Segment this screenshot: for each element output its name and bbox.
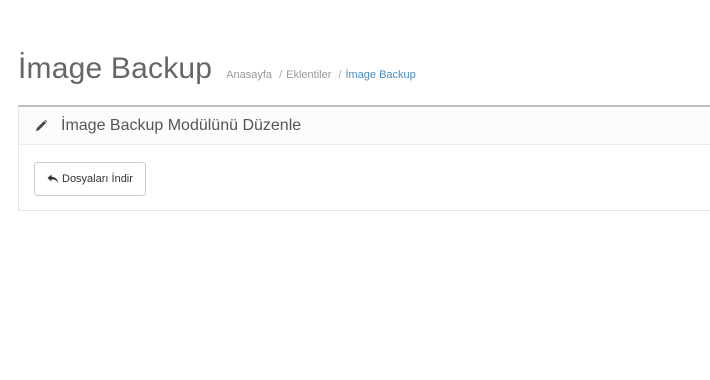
breadcrumb: Anasayfa / Eklentiler / İmage Backup (226, 69, 416, 81)
reply-icon (47, 174, 59, 184)
page: İmage Backup Anasayfa / Eklentiler / İma… (0, 0, 710, 380)
breadcrumb-extensions-link[interactable]: Eklentiler (286, 69, 331, 81)
breadcrumb-separator: / (338, 69, 342, 81)
breadcrumb-home-link[interactable]: Anasayfa (226, 69, 272, 81)
pencil-icon (33, 118, 49, 134)
download-files-button[interactable]: Dosyaları İndir (34, 162, 146, 196)
download-files-button-label: Dosyaları İndir (62, 173, 133, 185)
breadcrumb-current-link[interactable]: İmage Backup (345, 69, 415, 81)
edit-module-panel: İmage Backup Modülünü Düzenle Dosyaları … (18, 105, 710, 211)
page-header: İmage Backup Anasayfa / Eklentiler / İma… (18, 52, 416, 86)
panel-title: İmage Backup Modülünü Düzenle (61, 116, 302, 134)
breadcrumb-separator: / (279, 69, 283, 81)
page-title: İmage Backup (18, 52, 213, 85)
panel-body: Dosyaları İndir (19, 145, 710, 196)
panel-heading: İmage Backup Modülünü Düzenle (19, 107, 710, 145)
